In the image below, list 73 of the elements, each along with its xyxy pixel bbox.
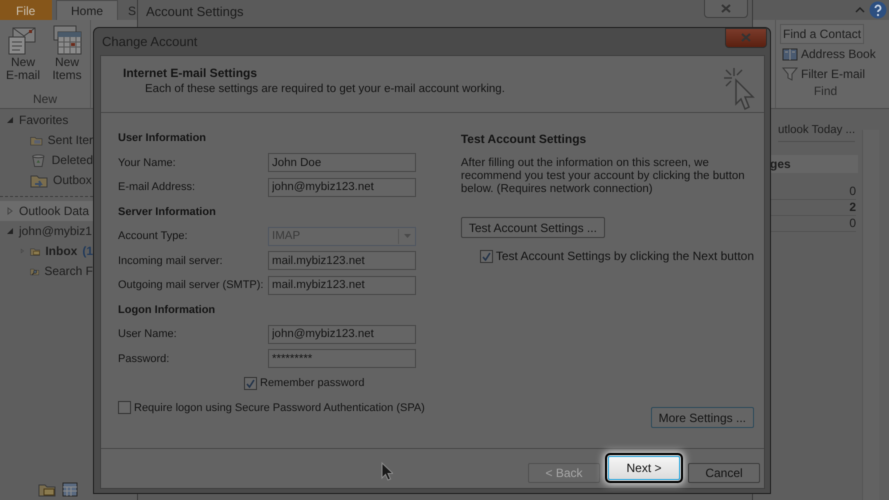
cursor-click-icon: [722, 66, 756, 112]
folder-item[interactable]: Deleted: [52, 153, 93, 167]
field-label: Password:: [118, 352, 170, 365]
test-account-button[interactable]: Test Account Settings ...: [460, 217, 605, 238]
checkbox-label[interactable]: Test Account Settings by clicking the Next button: [496, 249, 754, 263]
expander-icon[interactable]: [6, 116, 14, 124]
group-label: Find: [814, 84, 838, 100]
new-email-button[interactable]: New E-mail: [4, 24, 42, 92]
expander-icon[interactable]: [20, 247, 25, 255]
dropdown-arrow-icon: [404, 234, 410, 238]
input-field[interactable]: *********: [268, 349, 416, 368]
checkbox-label[interactable]: Remember password: [260, 377, 365, 390]
instruction-text: After filling out the information on this screen, we recommend you test your account by clicking the button below. (Requires network connection): [460, 157, 746, 196]
folder-item[interactable]: Search F: [44, 264, 93, 278]
chevron-up-icon[interactable]: [855, 5, 865, 13]
address-book-button[interactable]: Address Book: [780, 44, 878, 64]
more-settings-button[interactable]: More Settings ...: [650, 407, 754, 428]
ribbon-tab[interactable]: Home: [56, 0, 118, 20]
section-title: Internet E-mail Settings: [123, 66, 258, 80]
field-label: User Name:: [118, 328, 178, 340]
group-label: New: [32, 92, 57, 108]
filter-icon: [782, 67, 798, 81]
section-description: Each of these settings are required to get your e-mail account working.: [145, 83, 505, 95]
expander-icon[interactable]: [6, 227, 14, 235]
folder-item[interactable]: Sent Iter: [48, 133, 93, 147]
outlook-today-link[interactable]: utlook Today ...: [778, 124, 856, 142]
calendar-icon[interactable]: [62, 482, 78, 497]
field-label: Your Name:: [118, 156, 177, 169]
folder-item[interactable]: Outbox: [53, 173, 92, 187]
nav-header[interactable]: john@mybiz1: [0, 221, 93, 241]
field-label: Incoming mail server:: [118, 254, 224, 267]
field-label: E-mail Address:: [118, 181, 196, 194]
checkbox[interactable]: [118, 401, 131, 414]
nav-header-label: Outlook Data: [19, 204, 90, 218]
unread-count: (1: [82, 244, 93, 258]
field-label: Account Type:: [118, 230, 189, 242]
help-icon[interactable]: [869, 1, 887, 19]
input-field[interactable]: john@mybiz123.net: [268, 324, 416, 344]
checkbox[interactable]: [244, 376, 257, 390]
nav-header[interactable]: Outlook Data: [0, 201, 93, 221]
close-button[interactable]: [725, 28, 767, 48]
window-title: Account Settings: [146, 4, 244, 19]
cursor-icon: [381, 462, 393, 481]
group-heading: Test Account Settings: [460, 132, 588, 146]
checkbox-label[interactable]: Require logon using Secure Password Authentication (SPA): [134, 402, 425, 414]
close-icon: [741, 33, 751, 42]
ribbon-tab[interactable]: S: [122, 0, 142, 20]
group-heading: Logon Information: [118, 304, 216, 316]
input-field[interactable]: John Doe: [268, 153, 416, 172]
nav-header-label: john@mybiz1: [19, 224, 92, 238]
trash-icon: [30, 152, 47, 168]
input-field[interactable]: john@mybiz123.net: [268, 178, 416, 197]
close-button[interactable]: [704, 0, 748, 18]
input-field[interactable]: mail.mybiz123.net: [268, 251, 416, 270]
expander-icon[interactable]: [6, 207, 14, 215]
folder-icon: [30, 172, 48, 188]
close-icon: [721, 4, 731, 13]
nav-header[interactable]: Favorites: [0, 110, 93, 130]
section-header: ges: [770, 155, 858, 173]
book-icon: [782, 47, 798, 61]
new-items-button[interactable]: New Items: [48, 24, 86, 92]
input-field[interactable]: mail.mybiz123.net: [268, 276, 416, 295]
nav-header-label: Favorites: [19, 113, 68, 127]
folder-item[interactable]: Inbox: [45, 244, 78, 258]
find-contact-field[interactable]: Find a Contact: [780, 24, 864, 44]
wizard-button[interactable]: Cancel: [688, 462, 760, 482]
group-heading: User Information: [118, 132, 208, 144]
filter-email-button[interactable]: Filter E-mail: [780, 64, 868, 84]
file-tab[interactable]: File: [0, 0, 52, 20]
calendar-icon: [51, 24, 83, 56]
field-label: Outgoing mail server (SMTP):: [118, 279, 264, 292]
checkbox[interactable]: [480, 250, 493, 262]
group-heading: Server Information: [118, 206, 217, 218]
